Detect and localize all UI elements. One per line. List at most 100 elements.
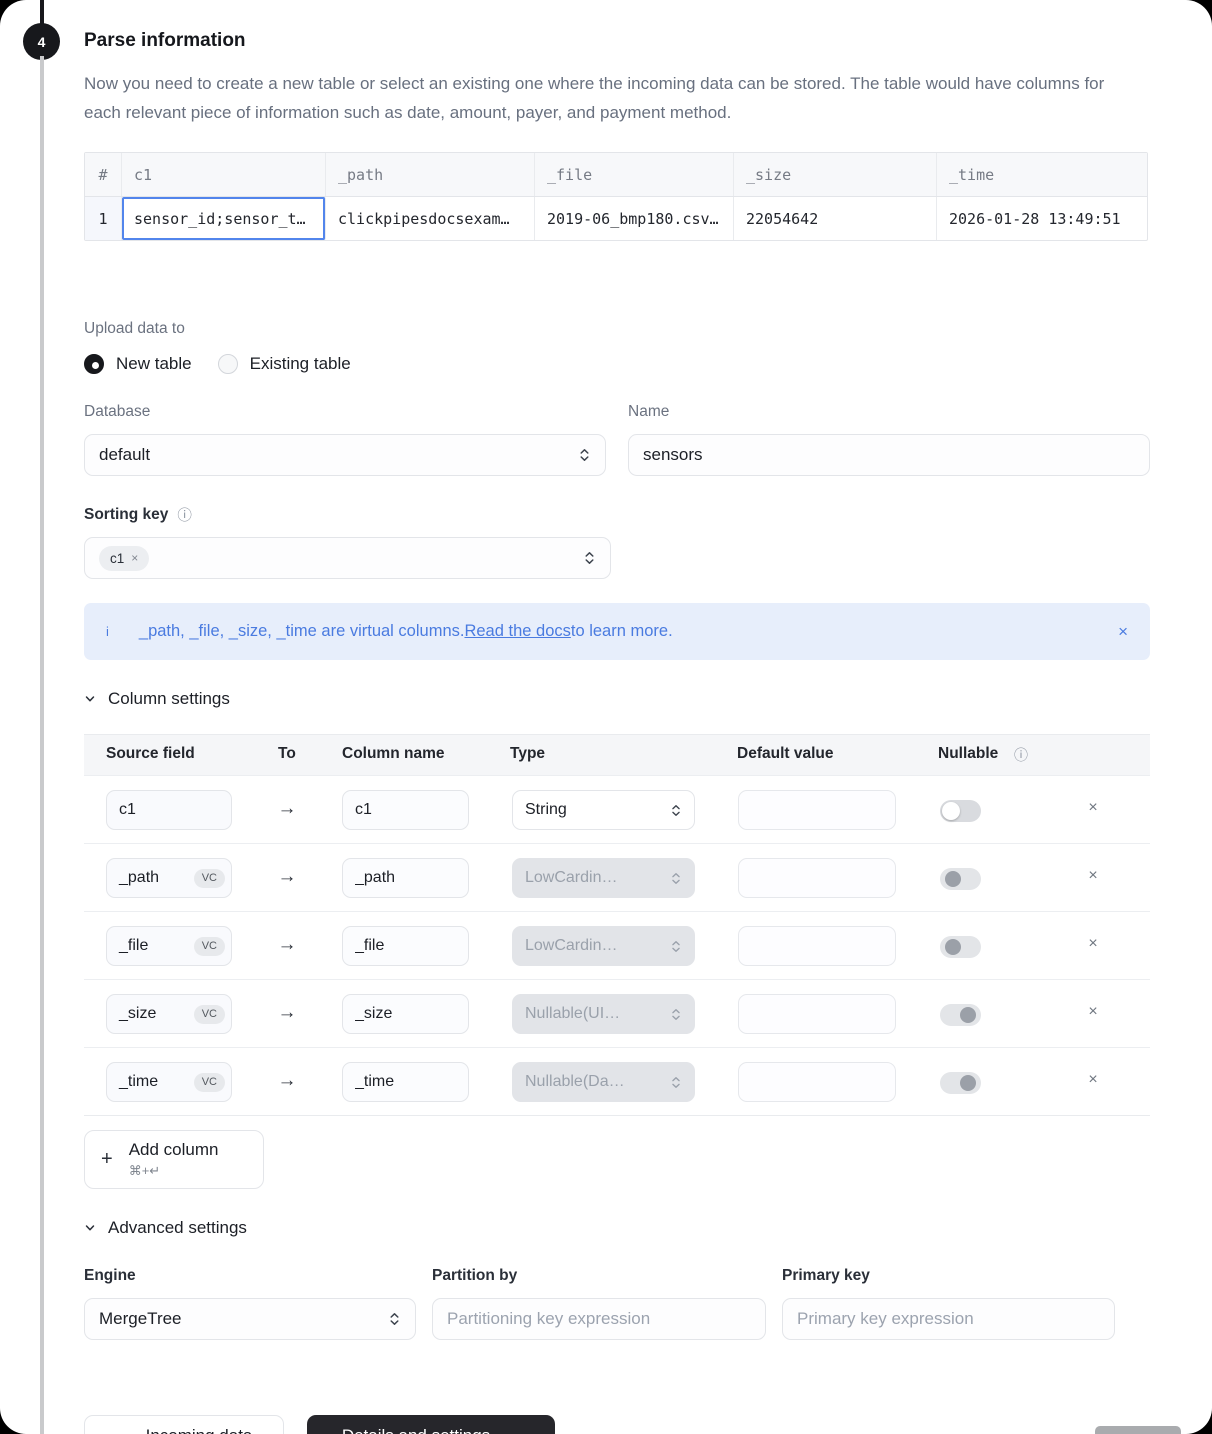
toggle-knob (960, 1075, 976, 1091)
remove-column-icon[interactable]: × (1083, 1003, 1103, 1021)
column-name-input[interactable] (342, 994, 469, 1034)
radio-new-table-label: New table (116, 354, 192, 374)
advanced-settings-toggle[interactable]: Advanced settings (84, 1218, 1150, 1238)
preview-row-index: 1 (85, 197, 122, 240)
remove-column-icon[interactable]: × (1083, 935, 1103, 953)
preview-header-time: _time (937, 153, 1143, 196)
column-name-input[interactable] (342, 1062, 469, 1102)
sorting-key-chip-label: c1 (110, 551, 124, 566)
banner-close-icon[interactable]: × (1118, 622, 1128, 642)
preview-cell-c1[interactable]: sensor_id;sensor_t… (122, 197, 326, 240)
preview-cell-time[interactable]: 2026-01-28 13:49:51 (937, 197, 1143, 240)
details-and-settings-label: Details and settings (342, 1426, 490, 1434)
column-row-c1: c1 → String × (84, 775, 1150, 843)
plus-icon: + (101, 1148, 113, 1171)
read-the-docs-link[interactable]: Read the docs (464, 622, 570, 641)
source-field-input[interactable]: _time VC (106, 1062, 232, 1102)
preview-cell-file[interactable]: 2019-06_bmp180.csv… (535, 197, 734, 240)
arrow-left-icon: ← (116, 1425, 134, 1434)
toggle-knob (960, 1007, 976, 1023)
preview-header-c1: c1 (122, 153, 326, 196)
column-settings-toggle[interactable]: Column settings (84, 689, 1150, 709)
preview-header-row: # c1 _path _file _size _time (85, 153, 1147, 197)
type-select: Nullable(UI… (512, 994, 695, 1034)
column-name-input[interactable] (342, 926, 469, 966)
nullable-toggle (940, 936, 981, 958)
chevron-down-icon (84, 1222, 96, 1234)
arrow-right-icon: → (502, 1425, 520, 1434)
engine-label: Engine (84, 1267, 416, 1285)
default-value-input[interactable] (738, 1062, 896, 1102)
remove-column-icon[interactable]: × (1083, 1071, 1103, 1089)
preview-header-file: _file (535, 153, 734, 196)
default-value-input[interactable] (738, 926, 896, 966)
remove-column-icon[interactable]: × (1083, 867, 1103, 885)
chevron-updown-icon (578, 447, 591, 463)
default-value-input[interactable] (738, 994, 896, 1034)
remove-column-icon[interactable]: × (1083, 799, 1103, 817)
default-value-input[interactable] (738, 858, 896, 898)
database-select[interactable]: default (84, 434, 606, 476)
info-icon[interactable]: ⓘ (1014, 745, 1028, 765)
info-icon[interactable]: ⓘ (177, 504, 192, 525)
radio-new-table[interactable]: New table (84, 354, 192, 374)
vc-badge: VC (194, 1005, 225, 1024)
header-source-field: Source field (106, 745, 195, 763)
preview-cell-path[interactable]: clickpipesdocsexam… (326, 197, 535, 240)
arrow-right-icon: → (277, 866, 297, 888)
banner-text-after: to learn more. (571, 622, 673, 641)
details-and-settings-button[interactable]: Details and settings → (307, 1415, 555, 1434)
preview-cell-size[interactable]: 22054642 (734, 197, 937, 240)
vc-badge: VC (194, 937, 225, 956)
source-field-input[interactable]: _file VC (106, 926, 232, 966)
header-to: To (278, 745, 296, 763)
chevron-down-icon (84, 693, 96, 705)
source-field-input[interactable]: _path VC (106, 858, 232, 898)
upload-options: New table Existing table (84, 354, 1150, 374)
type-select: LowCardin… (512, 858, 695, 898)
banner-text-before: _path, _file, _size, _time are virtual c… (139, 622, 465, 641)
header-default-value: Default value (737, 745, 833, 763)
nullable-toggle[interactable] (940, 800, 981, 822)
partition-by-input[interactable] (432, 1298, 766, 1340)
add-column-button[interactable]: + Add column ⌘+↵ (84, 1130, 264, 1189)
radio-existing-table[interactable]: Existing table (218, 354, 351, 374)
sorting-key-select[interactable]: c1 × (84, 537, 611, 579)
column-row-size: _size VC → Nullable(UI… × (84, 979, 1150, 1047)
arrow-right-icon: → (277, 1002, 297, 1024)
toggle-knob (945, 871, 961, 887)
data-preview-table: # c1 _path _file _size _time 1 sensor_id… (84, 152, 1148, 241)
type-select[interactable]: String (512, 790, 695, 830)
radio-selected-icon (84, 354, 104, 374)
column-name-input[interactable] (342, 858, 469, 898)
preview-data-row: 1 sensor_id;sensor_t… clickpipesdocsexam… (85, 197, 1147, 240)
engine-value: MergeTree (99, 1309, 182, 1329)
horizontal-scrollbar-thumb[interactable] (1095, 1426, 1181, 1434)
default-value-input[interactable] (738, 790, 896, 830)
incoming-data-button[interactable]: ← Incoming data (84, 1415, 284, 1434)
step-description: Now you need to create a new table or se… (84, 69, 1134, 127)
source-field-input[interactable]: c1 (106, 790, 232, 830)
incoming-data-label: Incoming data (146, 1426, 253, 1434)
add-column-label: Add column (129, 1140, 219, 1160)
column-settings-header: Source field To Column name Type Default… (84, 735, 1150, 775)
partition-by-label: Partition by (432, 1267, 766, 1285)
arrow-right-icon: → (277, 1070, 297, 1092)
primary-key-input[interactable] (782, 1298, 1115, 1340)
step-number-badge: 4 (23, 23, 60, 60)
name-label: Name (628, 403, 1150, 421)
source-field-input[interactable]: _size VC (106, 994, 232, 1034)
column-name-input[interactable] (342, 790, 469, 830)
page-title: Parse information (84, 30, 1150, 52)
stepper-line (40, 56, 44, 1434)
engine-select[interactable]: MergeTree (84, 1298, 416, 1340)
nullable-toggle (940, 1072, 981, 1094)
toggle-knob (945, 939, 961, 955)
banner-info-icon: i (106, 624, 109, 639)
table-name-input[interactable] (628, 434, 1150, 476)
column-settings-title: Column settings (108, 689, 230, 709)
chip-remove-icon[interactable]: × (131, 551, 138, 565)
toggle-knob (942, 802, 960, 820)
arrow-right-icon: → (277, 934, 297, 956)
radio-unselected-icon (218, 354, 238, 374)
